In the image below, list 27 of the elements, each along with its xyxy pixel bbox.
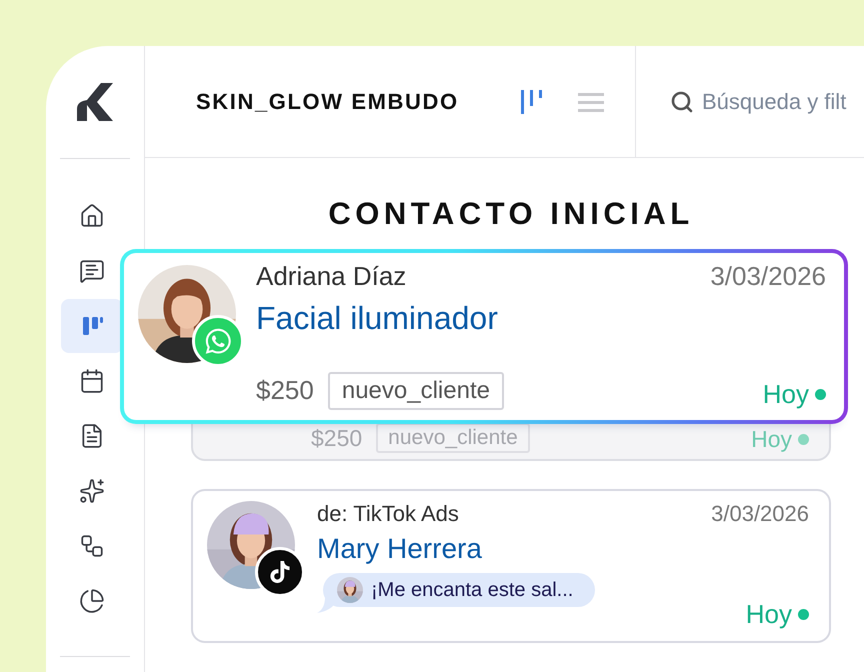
lead-source: de: TikTok Ads (317, 501, 459, 527)
tag: nuevo_cliente (376, 423, 530, 453)
sparkles-icon (79, 478, 105, 504)
due-label: Hoy (746, 599, 809, 630)
kanban-icon (81, 315, 103, 337)
calendar-icon (79, 368, 105, 394)
due-label: Hoy (762, 379, 826, 410)
deal-title: Facial iluminador (256, 300, 498, 337)
chat-icon (79, 258, 105, 284)
contact-name: Adriana Díaz (256, 261, 406, 292)
search-icon (670, 90, 694, 114)
contact-name: Mary Herrera (317, 533, 482, 565)
tag: nuevo_cliente (328, 372, 504, 410)
search-field[interactable]: Búsqueda y filt (636, 88, 864, 114)
card-date: 3/03/2026 (711, 501, 809, 527)
message-preview: ¡Me encanta este sal... (371, 578, 574, 602)
logo-icon (77, 83, 113, 121)
workflow-icon (79, 533, 105, 559)
lead-card[interactable]: de: TikTok Ads 3/03/2026 Mary Herrera ¡Me encanta este sal... Hoy (191, 489, 831, 643)
amount: $250 (256, 375, 314, 406)
home-icon (79, 203, 105, 229)
amount: $250 (311, 424, 362, 452)
column-title: CONTACTO INICIAL (327, 196, 695, 233)
due-label: Hoy (751, 426, 809, 453)
card-date: 3/03/2026 (710, 261, 826, 292)
board-title: SKIN_GLOW EMBUDO (195, 88, 460, 114)
pie-chart-icon (79, 588, 105, 614)
